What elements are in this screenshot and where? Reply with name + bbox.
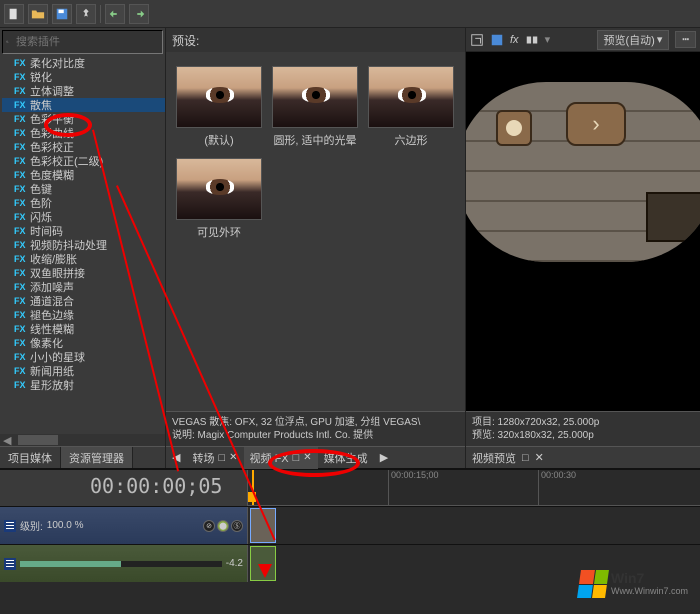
fx-item[interactable]: FX立体调整 — [2, 84, 165, 98]
time-ruler[interactable]: 00:00:15;00 00:00:30 — [248, 470, 700, 506]
preview-menu-icon[interactable]: ┅ — [675, 31, 696, 48]
fx-info-line1: VEGAS 散焦: OFX, 32 位浮点, GPU 加速, 分组 VEGAS\ — [172, 416, 459, 429]
chevron-down-icon: ▾ — [657, 33, 663, 46]
annotation-arrowhead — [258, 564, 272, 585]
tabs-next-icon[interactable]: ▶ — [374, 448, 394, 467]
preview-viewport[interactable]: › — [466, 52, 700, 411]
video-clip[interactable] — [250, 508, 276, 543]
watermark-url: Www.Winwin7.com — [611, 587, 688, 597]
timecode-display[interactable]: 00:00:00;05 — [0, 470, 247, 498]
preview-info: 项目: 1280x720x32, 25.000p 预览: 320x180x32,… — [466, 411, 700, 446]
h-scrollbar[interactable]: ◀ — [0, 434, 165, 446]
watermark-brand: Wi — [611, 570, 628, 586]
tab-explorer[interactable]: 资源管理器 — [61, 447, 133, 468]
split-icon[interactable] — [525, 33, 539, 47]
fx-item[interactable]: FX褪色边缘 — [2, 308, 165, 322]
preview-panel: fx ▾ 预览(自动) ▾ ┅ › 项目: 1280x720x32, 25.00… — [465, 28, 700, 468]
fx-item[interactable]: FX闪烁 — [2, 210, 165, 224]
fx-item[interactable]: FX添加噪声 — [2, 280, 165, 294]
tabs-prev-icon[interactable]: ◀ — [166, 448, 186, 467]
fx-item[interactable]: FX像素化 — [2, 336, 165, 350]
tab-video-fx[interactable]: 视频 FX □ ✕ — [244, 447, 318, 469]
close-icon[interactable]: ✕ — [303, 452, 311, 463]
preview-toolbar: fx ▾ 预览(自动) ▾ ┅ — [466, 28, 700, 52]
external-icon[interactable] — [470, 33, 484, 47]
save-icon[interactable] — [52, 4, 72, 24]
search-row — [2, 30, 163, 54]
fx-item[interactable]: FX小小的星球 — [2, 350, 165, 364]
fx-panel: FX柔化对比度FX锐化FX立体调整FX散焦FX色彩平衡FX色彩曲线FX色彩校正F… — [0, 28, 165, 468]
track-menu-icon[interactable] — [4, 520, 16, 532]
fx-item[interactable]: FX色键 — [2, 182, 165, 196]
save-frame-icon[interactable] — [490, 33, 504, 47]
search-icon — [6, 35, 9, 49]
automation-icon[interactable]: ⬤ — [217, 520, 229, 532]
audio-track-header[interactable]: -4.2 — [0, 545, 248, 582]
fx-item[interactable]: FX色彩校正 — [2, 140, 165, 154]
watermark: Win7 Www.Winwin7.com — [579, 570, 688, 598]
fx-item[interactable]: FX色彩校正(二级) — [2, 154, 165, 168]
presets-panel: 预设: (默认)圆形, 适中的光晕六边形可见外环 VEGAS 散焦: OFX, … — [165, 28, 465, 468]
fx-item[interactable]: FX收缩/膨胀 — [2, 252, 165, 266]
preview-quality-dropdown[interactable]: 预览(自动) ▾ — [597, 30, 670, 50]
close-icon[interactable]: ✕ — [535, 451, 544, 464]
fx-item[interactable]: FX色阶 — [2, 196, 165, 210]
preview-resolution: 预览: 320x180x32, 25.000p — [472, 429, 694, 442]
track-level-label: 级别: — [20, 518, 43, 533]
fx-item[interactable]: FX锐化 — [2, 70, 165, 84]
ruler-mark: 00:00:30 — [538, 470, 576, 505]
preset-item[interactable]: 六边形 — [368, 66, 454, 148]
bypass-icon[interactable]: ⊘ — [203, 520, 215, 532]
open-file-icon[interactable] — [28, 4, 48, 24]
video-track: 级别: 100.0 % ⊘ ⬤ Ⓢ — [0, 506, 700, 544]
fx-item[interactable]: FX时间码 — [2, 224, 165, 238]
track-level-value[interactable]: 100.0 % — [47, 520, 84, 531]
fx-info-line2: 说明: Magix Computer Products Intl. Co. 提供 — [172, 429, 459, 442]
mute-icon[interactable]: Ⓢ — [231, 520, 243, 532]
tab-project-media[interactable]: 项目媒体 — [0, 447, 61, 468]
fx-item[interactable]: FX色彩平衡 — [2, 112, 165, 126]
preset-grid: (默认)圆形, 适中的光晕六边形可见外环 — [172, 58, 459, 248]
mid-tabs: ◀ 转场 □ ✕ 视频 FX □ ✕ 媒体生成 ▶ — [166, 446, 465, 468]
fx-info: VEGAS 散焦: OFX, 32 位浮点, GPU 加速, 分组 VEGAS\… — [166, 411, 465, 446]
tab-video-preview[interactable]: 视频预览 — [472, 450, 516, 466]
preset-item[interactable]: 可见外环 — [176, 158, 262, 240]
fx-item[interactable]: FX星形放射 — [2, 378, 165, 392]
tab-media-gen[interactable]: 媒体生成 — [318, 447, 374, 469]
redo-icon[interactable] — [129, 4, 149, 24]
preset-item[interactable]: 圆形, 适中的光晕 — [272, 66, 358, 148]
preset-item[interactable]: (默认) — [176, 66, 262, 148]
main-toolbar — [0, 0, 700, 28]
fx-item[interactable]: FX色彩曲线 — [2, 126, 165, 140]
fx-item[interactable]: FX散焦 — [2, 98, 165, 112]
preview-tab-bar: 视频预览 □ ✕ — [466, 446, 700, 468]
ruler-mark: 00:00:15;00 — [388, 470, 439, 505]
undo-icon[interactable] — [105, 4, 125, 24]
fx-list[interactable]: FX柔化对比度FX锐化FX立体调整FX散焦FX色彩平衡FX色彩曲线FX色彩校正F… — [0, 56, 165, 434]
fx-item[interactable]: FX线性模糊 — [2, 322, 165, 336]
left-bottom-tabs: 项目媒体 资源管理器 — [0, 446, 165, 468]
fx-item[interactable]: FX视频防抖动处理 — [2, 238, 165, 252]
project-resolution: 项目: 1280x720x32, 25.000p — [472, 416, 694, 429]
fx-item[interactable]: FX柔化对比度 — [2, 56, 165, 70]
fx-item[interactable]: FX色度模糊 — [2, 168, 165, 182]
close-icon[interactable]: ✕ — [229, 452, 237, 463]
fx-indicator-icon[interactable]: fx — [510, 34, 519, 46]
timecode-area: 00:00:00;05 — [0, 470, 248, 506]
fx-item[interactable]: FX新闻用纸 — [2, 364, 165, 378]
track-menu-icon[interactable] — [4, 558, 16, 570]
presets-header: 预设: — [166, 28, 465, 52]
windows-logo-icon — [577, 570, 609, 598]
track-db-value[interactable]: -4.2 — [226, 558, 243, 569]
video-track-header[interactable]: 级别: 100.0 % ⊘ ⬤ Ⓢ — [0, 507, 248, 544]
fx-item[interactable]: FX双鱼眼拼接 — [2, 266, 165, 280]
new-file-icon[interactable] — [4, 4, 24, 24]
pin-icon[interactable] — [76, 4, 96, 24]
search-input[interactable] — [12, 36, 162, 48]
video-track-body[interactable] — [248, 507, 700, 544]
fx-item[interactable]: FX通道混合 — [2, 294, 165, 308]
tab-transitions[interactable]: 转场 □ ✕ — [186, 447, 243, 469]
